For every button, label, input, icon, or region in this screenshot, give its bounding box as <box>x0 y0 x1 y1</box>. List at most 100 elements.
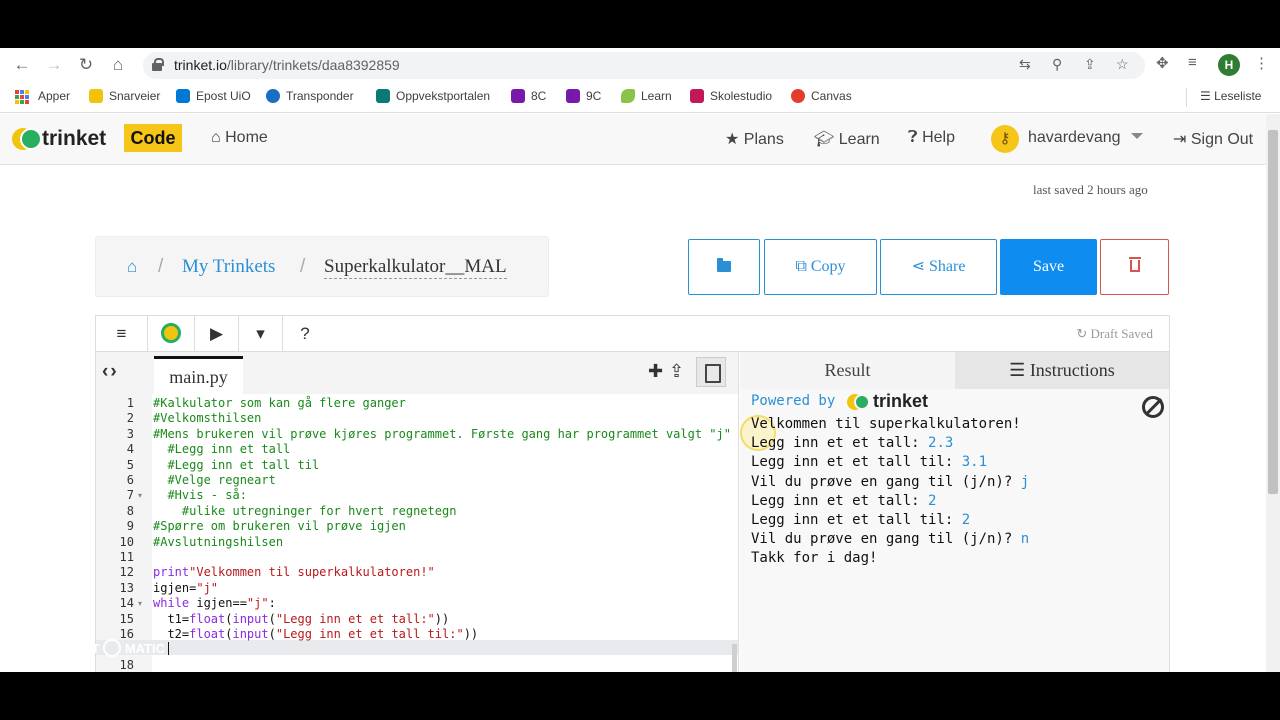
bookmark-apper[interactable]: Apper <box>38 89 70 103</box>
fold-arrow-icon[interactable]: ▾ <box>138 599 142 608</box>
copy-button[interactable]: ⧉ Copy <box>764 239 877 295</box>
menu-icon[interactable]: ≡ <box>96 316 148 351</box>
scrollbar-thumb[interactable] <box>1268 130 1278 494</box>
back-icon[interactable]: ← <box>11 54 33 76</box>
share-label: Share <box>928 258 966 275</box>
code-line[interactable]: #Avslutningshilsen <box>153 535 283 550</box>
bookmark-label: Snarveier <box>109 89 161 103</box>
user-menu[interactable]: havardevang <box>1028 129 1143 147</box>
tab-instructions[interactable]: ☰ Instructions <box>955 352 1169 389</box>
bookmark-9c[interactable]: 9C <box>566 89 601 103</box>
user-avatar-key-icon[interactable]: ⚷ <box>991 125 1019 153</box>
nav-home[interactable]: ⌂ Home <box>211 129 268 147</box>
reload-icon[interactable]: ↻ <box>75 54 97 76</box>
bookmark-transponder[interactable]: Transponder <box>266 89 354 103</box>
add-file-icon[interactable]: ✚ <box>648 361 663 382</box>
line-number: 7 <box>126 488 134 503</box>
bookmark-label: 9C <box>586 89 602 103</box>
code-line[interactable]: #Legg inn et tall til <box>153 458 319 473</box>
code-line[interactable]: #Mens brukeren vil prøve kjøres programm… <box>153 427 731 442</box>
zoom-icon[interactable]: ⚲ <box>1052 56 1062 73</box>
trinket-mode-icon[interactable] <box>148 316 195 351</box>
extensions-icon[interactable]: ✥ <box>1156 54 1169 72</box>
upload-icon[interactable]: ⇪ <box>669 361 684 382</box>
nav-learn[interactable]: 🎓︎ Learn <box>814 129 880 149</box>
bookmark-epost-uio[interactable]: Epost UiO <box>176 89 251 103</box>
console-prompt: Legg inn et et tall til: <box>751 512 962 528</box>
line-number: 1 <box>126 396 134 410</box>
save-button[interactable]: Save <box>1000 239 1097 295</box>
watermark-big: SCREENCAST <box>10 641 100 656</box>
forward-icon[interactable]: → <box>43 54 65 76</box>
run-play-icon[interactable]: ▶ <box>195 316 239 351</box>
bookmark-learn[interactable]: Learn <box>621 89 672 103</box>
share-page-icon[interactable]: ⇪ <box>1084 56 1096 73</box>
code-line[interactable]: #Kalkulator som kan gå flere ganger <box>153 396 406 411</box>
console-prompt: Legg inn et et tall: <box>751 435 929 452</box>
run-options-chevron-down-icon[interactable]: ▾ <box>239 316 283 351</box>
code-line[interactable]: #Spørre om brukeren vil prøve igjen <box>153 519 406 534</box>
file-nav-arrows-icon[interactable]: ‹› <box>102 361 119 383</box>
trinket-name[interactable]: Superkalkulator__MAL <box>324 256 507 279</box>
code-line[interactable]: #Legg inn et tall <box>153 442 290 457</box>
line-number: 10 <box>119 534 134 549</box>
reading-list-button[interactable]: ☰ Leseliste <box>1200 89 1261 103</box>
line-number: 4 <box>126 442 134 457</box>
code-line[interactable]: t1=float(input("Legg inn et et tall:")) <box>153 612 449 627</box>
url-bar[interactable]: trinket.io/library/trinkets/daa8392859 ⇆… <box>143 52 1145 79</box>
breadcrumb-my-trinkets[interactable]: My Trinkets <box>182 256 275 278</box>
bookmark-skolestudio[interactable]: Skolestudio <box>690 89 772 103</box>
code-line[interactable]: igjen="j" <box>153 581 218 596</box>
url-text[interactable]: trinket.io/library/trinkets/daa8392859 <box>174 57 400 73</box>
delete-button[interactable] <box>1100 239 1169 295</box>
code-line[interactable]: #Velge regneart <box>153 473 275 488</box>
console-user-input: 2 <box>928 492 937 509</box>
folder-button[interactable] <box>688 239 760 295</box>
result-console[interactable]: Powered by trinket Velkommen til superka… <box>740 389 1169 672</box>
code-line[interactable]: #ulike utregninger for hvert regnetegn <box>153 504 457 519</box>
tab-result[interactable]: Result <box>740 352 955 389</box>
profile-avatar[interactable]: H <box>1218 54 1240 76</box>
code-editor[interactable]: 1234567▾891011121314▾15161718192021 #Kal… <box>96 394 739 672</box>
nav-plans[interactable]: ★ Plans <box>725 129 784 149</box>
image-icon[interactable] <box>696 357 726 387</box>
fold-arrow-icon[interactable]: ▾ <box>138 491 142 500</box>
bookmark-oppvekstportalen[interactable]: Oppvekstportalen <box>376 89 490 103</box>
stop-icon[interactable] <box>1142 396 1164 418</box>
bookmark-star-icon[interactable]: ☆ <box>1116 56 1129 73</box>
page-scrollbar[interactable] <box>1266 114 1280 672</box>
console-line: Legg inn et et tall til: 2 <box>751 511 970 530</box>
code-line[interactable]: while igjen=="j": <box>153 596 276 611</box>
nav-signout[interactable]: ⇥ Sign Out <box>1173 129 1253 149</box>
home-icon[interactable]: ⌂ <box>107 54 129 76</box>
uio-icon <box>690 89 704 103</box>
trinket-logo-icon <box>847 394 871 411</box>
refresh-icon: ↻ <box>1076 326 1088 341</box>
help-icon[interactable]: ? <box>283 316 327 351</box>
tab-main-py[interactable]: main.py <box>154 356 243 394</box>
code-line[interactable]: #Hvis - så: <box>153 488 246 503</box>
code-line[interactable]: print"Velkommen til superkalkulatoren!" <box>153 565 435 580</box>
bookmark-canvas[interactable]: Canvas <box>791 89 852 103</box>
canvas-icon <box>791 89 805 103</box>
breadcrumb: ⌂ / My Trinkets / Superkalkulator__MAL <box>95 236 549 297</box>
home-breadcrumb-icon[interactable]: ⌂ <box>127 257 137 277</box>
translate-icon[interactable]: ⇆ <box>1019 56 1031 73</box>
code-line[interactable]: #Velkomsthilsen <box>153 411 261 426</box>
browser-menu-icon[interactable]: ⋮ <box>1254 54 1269 72</box>
line-number: 11 <box>119 550 134 564</box>
media-control-icon[interactable]: ≡ <box>1188 54 1197 71</box>
console-line: Vil du prøve en gang til (j/n)? n <box>751 530 1029 549</box>
home-icon: ⌂ <box>211 129 221 146</box>
folder-icon <box>717 258 731 272</box>
graduation-cap-icon: 🎓︎ <box>814 131 835 148</box>
bookmark-label: Skolestudio <box>710 89 773 103</box>
trash-icon <box>1128 257 1141 272</box>
nav-help[interactable]: ❓︎ Help <box>908 129 955 147</box>
code-line[interactable]: t2=float(input("Legg inn et et tall til:… <box>153 627 478 642</box>
share-button[interactable]: ⋖ Share <box>880 239 997 295</box>
bookmark-8c[interactable]: 8C <box>511 89 546 103</box>
apps-grid-icon[interactable] <box>15 90 29 104</box>
bookmark-snarveier[interactable]: Snarveier <box>89 89 160 103</box>
editor-scrollbar[interactable] <box>732 644 737 672</box>
